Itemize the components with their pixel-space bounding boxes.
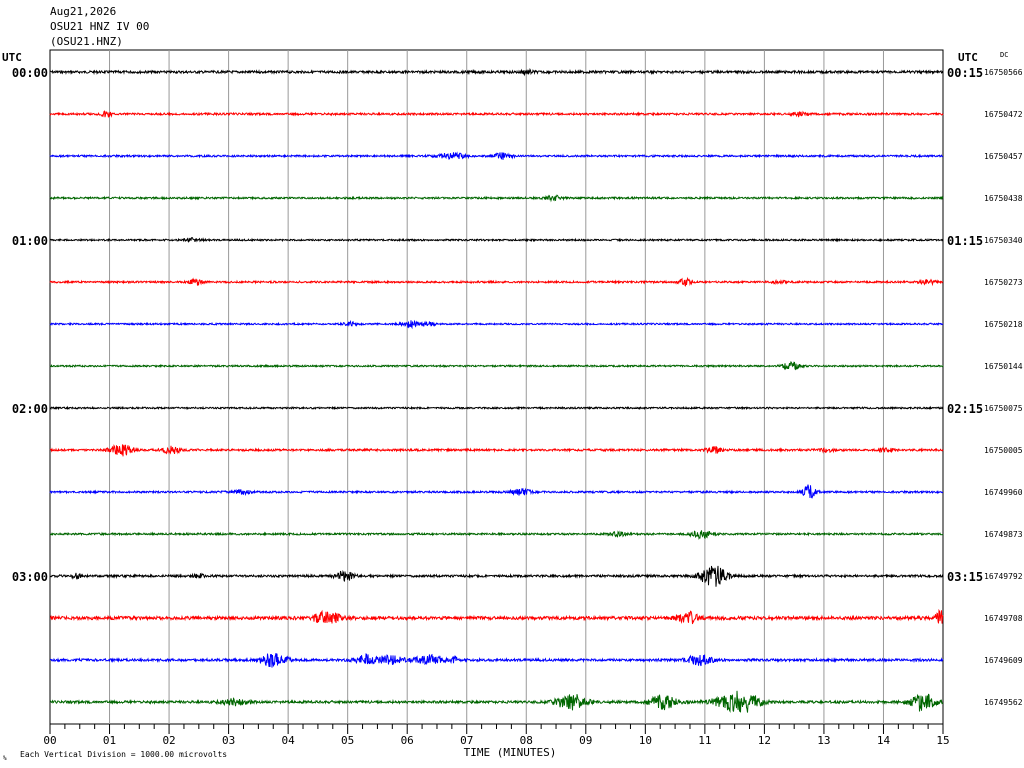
footer-text: Each Vertical Division = 1000.00 microvo… <box>20 750 227 759</box>
dc-value-label: 16749960 <box>984 488 1023 497</box>
seismic-trace <box>49 484 944 499</box>
hour-label-left: 00:00 <box>12 66 48 80</box>
footer-mark-icon: % <box>3 755 7 762</box>
dc-value-label: 16749708 <box>984 614 1023 623</box>
dc-value-label: 16750340 <box>984 236 1023 245</box>
dc-value-label: 16750144 <box>984 362 1023 371</box>
x-tick-label: 14 <box>877 734 891 747</box>
x-tick-label: 06 <box>401 734 414 747</box>
seismic-trace <box>49 151 944 160</box>
x-tick-label: 09 <box>579 734 592 747</box>
seismic-trace <box>49 67 944 77</box>
hour-label-right: 02:15 <box>947 402 983 416</box>
seismic-trace <box>49 530 944 540</box>
x-tick-label: 02 <box>162 734 175 747</box>
hour-label-left: 03:00 <box>12 570 48 584</box>
dc-value-label: 16750273 <box>984 278 1023 287</box>
seismic-trace <box>49 237 944 243</box>
x-tick-label: 10 <box>639 734 652 747</box>
seismic-trace <box>49 608 944 625</box>
seismic-trace <box>49 276 944 287</box>
hour-label-right: 03:15 <box>947 570 983 584</box>
dc-value-label: 16750075 <box>984 404 1023 413</box>
seismic-trace <box>49 444 944 457</box>
x-tick-label: 07 <box>460 734 473 747</box>
plot-frame <box>49 49 944 725</box>
dc-value-label: 16749562 <box>984 698 1023 707</box>
x-axis-label: TIME (MINUTES) <box>464 746 557 759</box>
dc-value-label: 16749792 <box>984 572 1023 581</box>
utc-left-label: UTC <box>2 51 22 64</box>
seismic-trace <box>49 194 944 203</box>
seismic-trace <box>49 690 944 714</box>
x-tick-label: 15 <box>936 734 949 747</box>
dc-value-label: 16750472 <box>984 110 1023 119</box>
x-tick-label: 04 <box>282 734 296 747</box>
hour-label-left: 02:00 <box>12 402 48 416</box>
dc-value-label: 16750457 <box>984 152 1023 161</box>
hour-label-left: 01:00 <box>12 234 48 248</box>
dc-label: DC <box>1000 51 1008 59</box>
x-tick-label: 11 <box>698 734 711 747</box>
dc-value-label: 16750438 <box>984 194 1023 203</box>
hour-label-right: 01:15 <box>947 234 983 248</box>
seismic-trace <box>49 405 944 411</box>
dc-value-label: 16750005 <box>984 446 1023 455</box>
grid-layer <box>49 49 944 734</box>
seismic-trace <box>49 360 944 371</box>
x-tick-label: 08 <box>520 734 533 747</box>
x-tick-label: 13 <box>817 734 830 747</box>
dc-value-label: 16749873 <box>984 530 1023 539</box>
x-tick-label: 12 <box>758 734 771 747</box>
helicorder-chart: UTC UTC DC TIME (MINUTES) Each Vertical … <box>2 49 1023 762</box>
seismic-trace <box>49 565 944 587</box>
seismic-trace <box>49 110 944 118</box>
dc-value-label: 16749609 <box>984 656 1023 665</box>
hour-label-right: 00:15 <box>947 66 983 80</box>
x-tick-label: 00 <box>43 734 56 747</box>
x-tick-label: 05 <box>341 734 354 747</box>
utc-right-label: UTC <box>958 51 978 64</box>
seismic-trace <box>49 653 944 668</box>
seismic-trace <box>49 319 944 330</box>
trace-layer <box>49 67 944 714</box>
dc-value-label: 16750218 <box>984 320 1023 329</box>
dc-value-label: 16750566 <box>984 68 1023 77</box>
x-tick-label: 01 <box>103 734 116 747</box>
x-tick-label: 03 <box>222 734 235 747</box>
